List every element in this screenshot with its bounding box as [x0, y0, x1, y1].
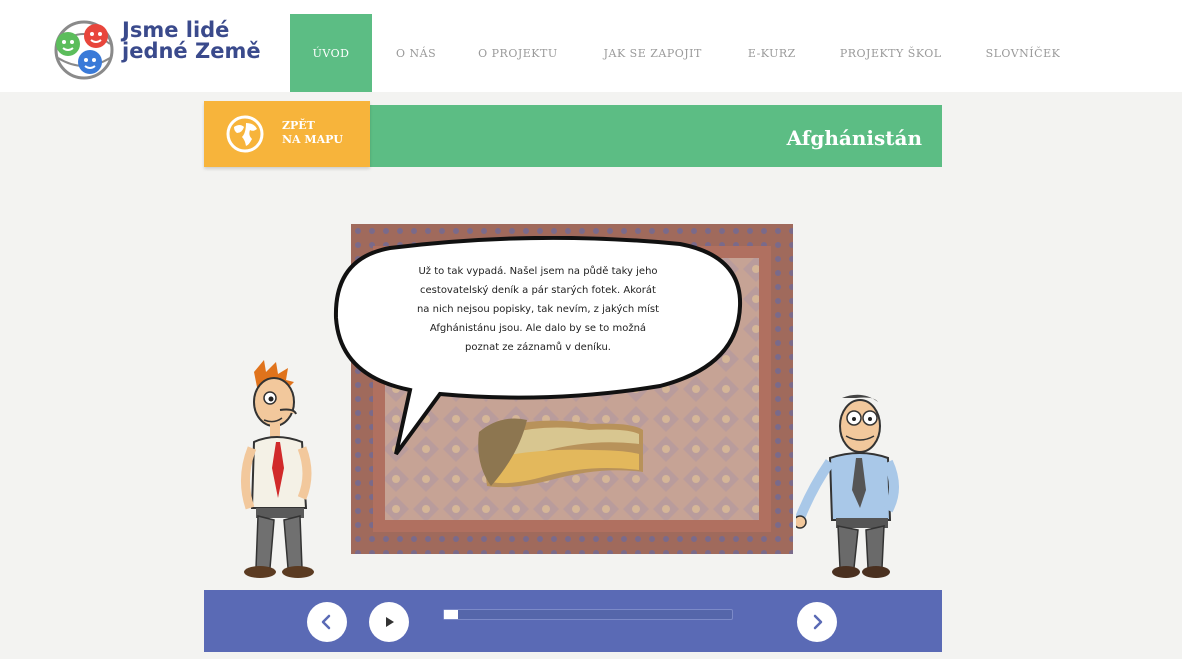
- nav-item-jak-se-zapojit[interactable]: JAK SE ZAPOJIT: [604, 14, 702, 92]
- nav-item-uvod[interactable]: ÚVOD: [290, 14, 372, 92]
- chevron-right-icon: [813, 614, 823, 630]
- speech-line: cestovatelský deník a pár starých fotek.…: [420, 285, 656, 296]
- back-to-map-label: ZPĚT NA MAPU: [282, 119, 367, 147]
- nav-item-projekty-skol[interactable]: PROJEKTY ŠKOL: [840, 14, 942, 92]
- play-icon: [386, 617, 394, 627]
- right-character: [796, 394, 899, 578]
- back-label-line1: ZPĚT: [282, 119, 315, 132]
- left-character: [241, 360, 314, 578]
- globe-icon: [226, 115, 264, 153]
- speech-line: Už to tak vypadá. Našel jsem na půdě tak…: [418, 266, 658, 277]
- nav-item-o-projektu[interactable]: O PROJEKTU: [478, 14, 557, 92]
- site-name-line2: jedné Země: [122, 39, 261, 63]
- country-title: Afghánistán: [786, 126, 922, 150]
- nav-item-e-kurz[interactable]: E-KURZ: [748, 14, 796, 92]
- speech-line: Afghánistánu jsou. Ale dalo by se to mož…: [429, 323, 647, 334]
- nav-item-slovnicek[interactable]: SLOVNÍČEK: [986, 14, 1061, 92]
- progress-fill: [444, 610, 459, 619]
- play-button[interactable]: [369, 602, 409, 642]
- next-button[interactable]: [797, 602, 837, 642]
- progress-bar[interactable]: [443, 609, 733, 620]
- speech-line: na nich nejsou popisky, tak nevím, z jak…: [416, 304, 660, 315]
- nav-item-o-nas[interactable]: O NÁS: [396, 14, 436, 92]
- speech-line: poznat ze záznamů v deníku.: [465, 342, 611, 353]
- prev-button[interactable]: [307, 602, 347, 642]
- site-name: Jsme lidé jedné Země: [122, 20, 261, 62]
- site-name-line1: Jsme lidé: [122, 18, 230, 42]
- back-to-map-button[interactable]: ZPĚT NA MAPU: [204, 101, 370, 167]
- chevron-left-icon: [321, 614, 331, 630]
- main-nav: ÚVOD O NÁS O PROJEKTU JAK SE ZAPOJIT E-K…: [290, 14, 1060, 92]
- header: Jsme lidé jedné Země ÚVOD O NÁS O PROJEK…: [0, 0, 1182, 92]
- speech-text: Už to tak vypadá. Našel jsem na půdě tak…: [388, 262, 688, 357]
- logo-faces-icon: [54, 20, 114, 80]
- back-label-line2: NA MAPU: [282, 133, 343, 146]
